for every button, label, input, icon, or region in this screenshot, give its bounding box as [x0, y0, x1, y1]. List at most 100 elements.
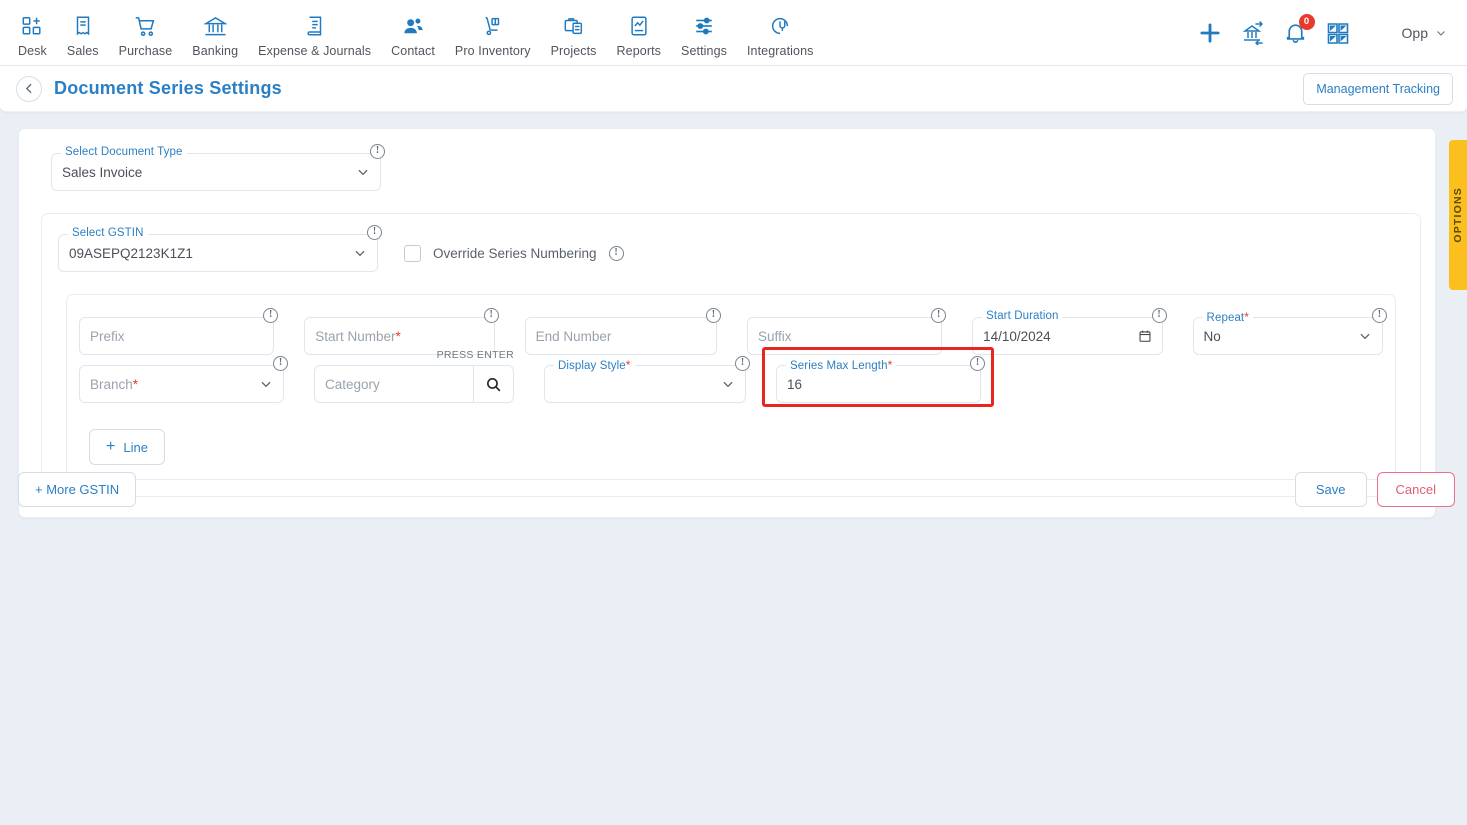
- select-gstin-dropdown[interactable]: Select GSTIN 09ASEPQ2123K1Z1: [58, 227, 378, 272]
- footer-action-bar: + More GSTIN Save Cancel: [18, 472, 1455, 507]
- nav-item-expense-journals[interactable]: Expense & Journals: [248, 7, 381, 58]
- chevron-left-icon: [25, 83, 32, 94]
- branch-dropdown[interactable]: Branch*: [79, 365, 284, 403]
- nav-label: Purchase: [118, 44, 173, 58]
- repeat-dropdown[interactable]: Repeat* No: [1192, 310, 1383, 355]
- nav-item-purchase[interactable]: Purchase: [109, 7, 183, 58]
- management-tracking-button[interactable]: Management Tracking: [1303, 72, 1453, 105]
- document-series-card: Select Document Type Sales Invoice ! Sel…: [18, 128, 1436, 518]
- report-chart-icon: [628, 11, 650, 41]
- nav-item-integrations[interactable]: Integrations: [737, 7, 824, 58]
- repeat-info-icon[interactable]: !: [1371, 308, 1387, 323]
- nav-label: Desk: [18, 44, 47, 58]
- display-style-info-icon[interactable]: !: [735, 356, 750, 371]
- add-icon[interactable]: [1197, 20, 1223, 46]
- suffix-info-icon[interactable]: !: [931, 308, 947, 323]
- start-duration-info-icon[interactable]: !: [1151, 308, 1167, 323]
- search-icon: [487, 377, 501, 391]
- chevron-down-icon: [723, 381, 733, 388]
- nav-item-projects[interactable]: Projects: [541, 7, 607, 58]
- chevron-down-icon: [1437, 30, 1445, 36]
- suffix-field-wrap: Suffix !: [746, 308, 947, 355]
- nav-label: Settings: [681, 44, 727, 58]
- display-style-label: Display Style*: [554, 358, 635, 372]
- options-side-tab[interactable]: OPTIONS: [1449, 140, 1467, 290]
- series-line-row-2: Branch* ! PRESS ENTER Category Display S…: [79, 347, 1383, 407]
- select-document-type-dropdown[interactable]: Select Document Type Sales Invoice: [51, 146, 381, 191]
- save-button[interactable]: Save: [1294, 472, 1367, 507]
- end-number-placeholder: End Number: [535, 328, 612, 344]
- apps-grid-icon[interactable]: [1326, 21, 1350, 45]
- start-number-info-icon[interactable]: !: [483, 308, 499, 323]
- cancel-button[interactable]: Cancel: [1376, 472, 1455, 507]
- nav-item-banking[interactable]: Banking: [182, 7, 248, 58]
- override-series-numbering-checkbox[interactable]: [404, 244, 421, 262]
- series-max-length-input[interactable]: Series Max Length* 16: [776, 358, 981, 403]
- override-series-numbering-label: Override Series Numbering: [433, 245, 597, 261]
- suffix-input[interactable]: Suffix: [746, 317, 943, 355]
- nav-item-contact[interactable]: Contact: [381, 7, 445, 58]
- hand-truck-icon: [482, 11, 504, 41]
- prefix-info-icon[interactable]: !: [263, 308, 279, 323]
- briefcase-document-icon: [563, 11, 585, 41]
- select-gstin-field-wrap: Select GSTIN 09ASEPQ2123K1Z1 !: [58, 225, 382, 272]
- nav-item-settings[interactable]: Settings: [671, 7, 737, 58]
- journal-book-icon: [304, 11, 326, 41]
- add-line-label: Line: [123, 439, 148, 455]
- repeat-label: Repeat*: [1202, 310, 1254, 324]
- bank-transfer-icon[interactable]: [1241, 20, 1265, 45]
- category-search-button[interactable]: [473, 366, 513, 402]
- plus-icon: +: [106, 438, 116, 455]
- footer-right-actions: Save Cancel: [1294, 472, 1455, 507]
- nav-item-reports[interactable]: Reports: [607, 7, 671, 58]
- end-number-input[interactable]: End Number: [524, 317, 717, 355]
- nav-item-pro-inventory[interactable]: Pro Inventory: [445, 7, 541, 58]
- nav-label: Sales: [66, 44, 99, 58]
- override-series-numbering-info-icon[interactable]: !: [608, 245, 624, 261]
- people-icon: [402, 11, 425, 41]
- notification-bell-icon[interactable]: 0: [1283, 14, 1315, 45]
- select-document-type-value: Sales Invoice: [62, 164, 143, 180]
- override-series-numbering-group: Override Series Numbering !: [404, 244, 624, 262]
- select-document-type-info-icon[interactable]: !: [370, 144, 385, 159]
- start-duration-field-wrap: Start Duration 14/10/2024 !: [972, 308, 1167, 355]
- cart-icon: [134, 11, 157, 41]
- nav-label: Integrations: [746, 44, 814, 58]
- branch-info-icon[interactable]: !: [273, 356, 288, 371]
- prefix-input[interactable]: Prefix: [79, 317, 275, 355]
- receipt-icon: [72, 11, 94, 41]
- start-number-placeholder: Start Number*: [315, 328, 401, 344]
- calendar-icon[interactable]: [1138, 329, 1152, 343]
- nav-items: Desk Sales Purchase Banking Expense & Jo…: [8, 7, 824, 58]
- dashboard-add-icon: [21, 11, 43, 41]
- start-duration-value: 14/10/2024: [983, 328, 1051, 344]
- category-hint: PRESS ENTER: [436, 349, 514, 361]
- back-button[interactable]: [16, 75, 42, 102]
- add-line-button[interactable]: + Line: [89, 429, 165, 465]
- gstin-section: Select GSTIN 09ASEPQ2123K1Z1 ! Override …: [41, 213, 1421, 497]
- start-duration-datepicker[interactable]: Start Duration 14/10/2024: [972, 310, 1163, 355]
- select-gstin-label: Select GSTIN: [68, 227, 148, 239]
- branch-placeholder: Branch*: [90, 376, 139, 392]
- series-max-length-info-icon[interactable]: !: [970, 356, 985, 371]
- nav-label: Pro Inventory: [454, 44, 531, 58]
- select-gstin-info-icon[interactable]: !: [367, 225, 382, 240]
- display-style-dropdown[interactable]: Display Style*: [544, 358, 746, 403]
- notification-badge: 0: [1298, 14, 1315, 30]
- nav-item-sales[interactable]: Sales: [57, 7, 109, 58]
- user-menu[interactable]: Opp: [1402, 25, 1447, 41]
- branch-field-wrap: Branch* !: [79, 356, 288, 403]
- start-duration-label: Start Duration: [982, 310, 1063, 322]
- nav-label: Projects: [550, 44, 597, 58]
- nav-label: Expense & Journals: [258, 44, 372, 58]
- series-max-length-value: 16: [787, 376, 803, 392]
- end-number-info-icon[interactable]: !: [705, 308, 721, 323]
- chevron-down-icon: [355, 250, 365, 257]
- category-placeholder: Category: [325, 376, 380, 392]
- nav-item-desk[interactable]: Desk: [8, 7, 57, 58]
- more-gstin-button[interactable]: + More GSTIN: [18, 472, 137, 507]
- nav-actions: 0 Opp: [1197, 14, 1453, 46]
- document-type-field-wrap: Select Document Type Sales Invoice !: [51, 144, 385, 191]
- category-search-box[interactable]: Category: [314, 365, 514, 403]
- display-style-field-wrap: Display Style* !: [544, 356, 750, 403]
